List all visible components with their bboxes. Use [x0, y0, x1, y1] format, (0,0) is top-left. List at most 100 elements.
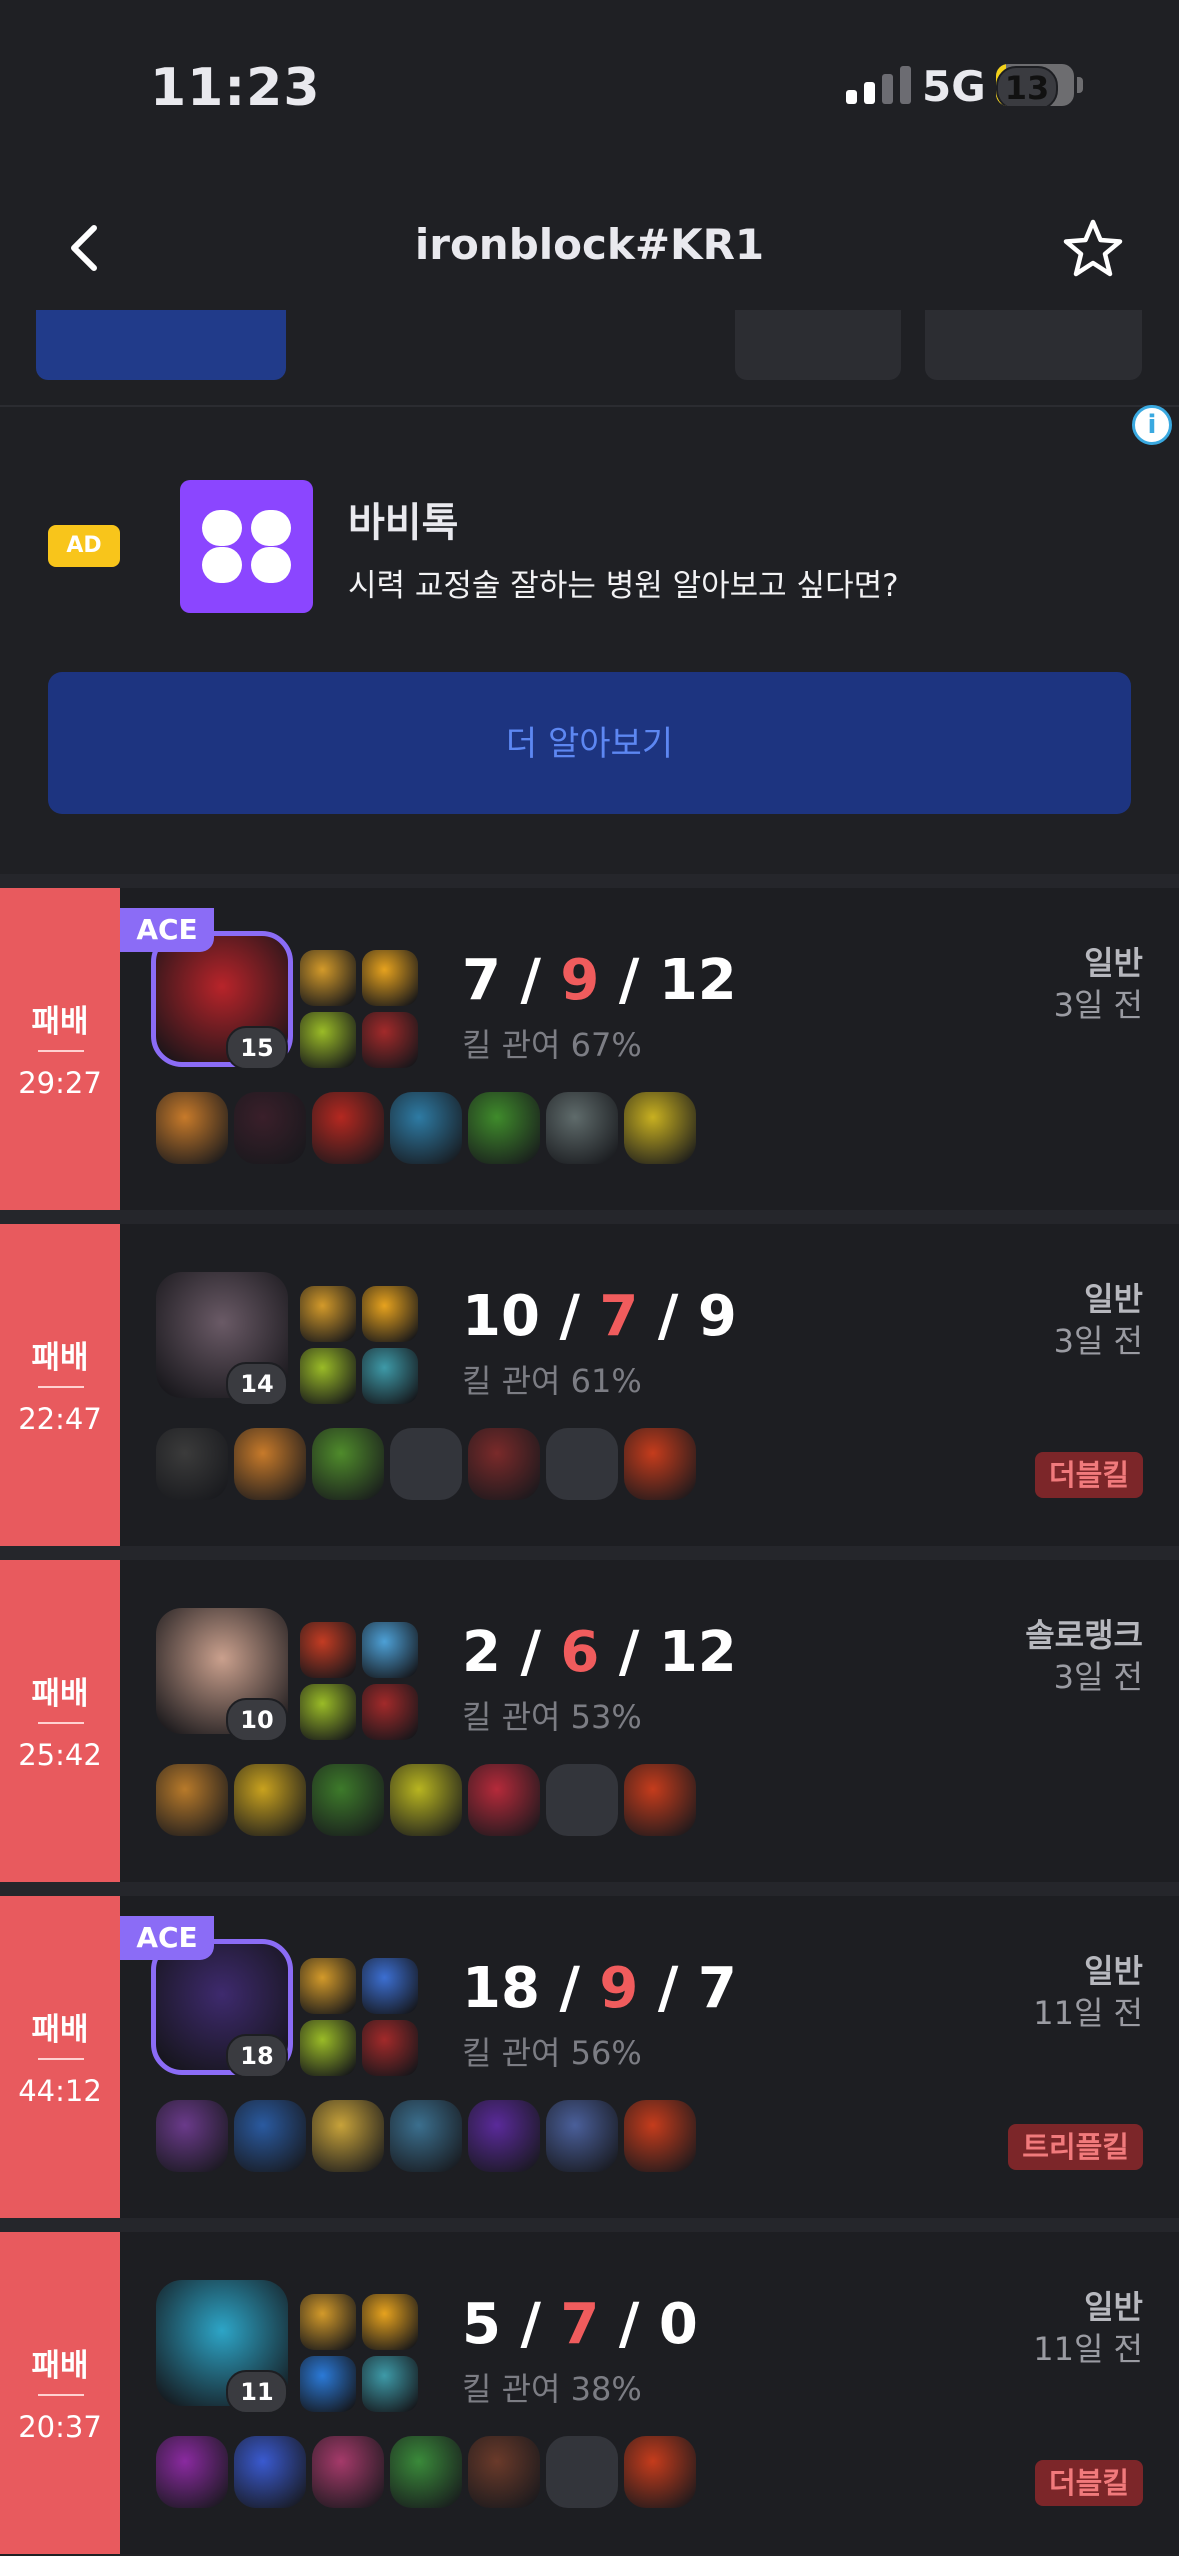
item-icon[interactable] — [234, 1764, 306, 1836]
champion-level: 10 — [226, 1698, 288, 1742]
item-icon[interactable] — [624, 1428, 696, 1500]
item-icon[interactable] — [156, 2100, 228, 2172]
favorite-star-icon[interactable] — [1062, 218, 1124, 280]
multikill-badge: 더블킬 — [1034, 2460, 1143, 2506]
summoner-spell-icon[interactable] — [362, 1958, 418, 2014]
item-icon[interactable] — [156, 1092, 228, 1164]
filter-chip-primary[interactable] — [36, 310, 286, 380]
summoner-spell-icon[interactable] — [300, 1286, 356, 1342]
item-icon[interactable] — [390, 2100, 462, 2172]
item-icon[interactable] — [156, 1764, 228, 1836]
result-divider — [38, 1386, 84, 1388]
item-icon[interactable] — [312, 2100, 384, 2172]
cellular-signal-icon — [846, 64, 911, 104]
kill-participation: 킬 관여 67% — [462, 1026, 642, 1064]
match-row[interactable]: 패배 20:37 11 5 / 7 / 0 킬 관여 38% 일반 11일 전 더블킬 — [0, 2232, 1179, 2554]
kda-separator: / — [520, 948, 541, 1013]
kda-score: 2 / 6 / 12 — [462, 1620, 737, 1685]
match-row[interactable]: 패배 29:27 15 ACE 7 / 9 / 12 킬 관여 67% 일반 3일 전 — [0, 888, 1179, 1210]
item-icon[interactable] — [312, 1092, 384, 1164]
kills: 2 — [462, 1620, 501, 1685]
summoner-spell-icon[interactable] — [300, 2294, 356, 2350]
rune-icon[interactable] — [362, 2020, 418, 2076]
time-ago: 3일 전 — [1053, 1658, 1143, 1696]
result-divider — [38, 1050, 84, 1052]
game-type: 일반 — [1084, 944, 1143, 982]
assists: 0 — [658, 2292, 698, 2357]
item-icon[interactable] — [390, 1092, 462, 1164]
kda-separator: / — [618, 1620, 640, 1685]
item-icon[interactable] — [546, 1092, 618, 1164]
item-icon[interactable] — [312, 1764, 384, 1836]
kda-separator: / — [618, 2292, 640, 2357]
kda-score: 7 / 9 / 12 — [462, 948, 737, 1013]
summoner-spell-icon[interactable] — [300, 1958, 356, 2014]
item-icon[interactable] — [156, 2436, 228, 2508]
item-icon[interactable] — [234, 2436, 306, 2508]
rune-icon[interactable] — [362, 1348, 418, 1404]
rune-icon[interactable] — [300, 2020, 356, 2076]
ace-badge: ACE — [120, 1916, 214, 1960]
assists: 12 — [658, 948, 737, 1013]
summoner-spell-icon[interactable] — [362, 1286, 418, 1342]
summoner-spell-icon[interactable] — [362, 2294, 418, 2350]
item-icon[interactable] — [234, 2100, 306, 2172]
match-result: 패배 — [31, 2012, 89, 2048]
item-icon[interactable] — [390, 1764, 462, 1836]
item-icon[interactable] — [624, 2436, 696, 2508]
kills: 5 — [462, 2292, 501, 2357]
rune-icon[interactable] — [300, 1348, 356, 1404]
item-icon[interactable] — [468, 2436, 540, 2508]
item-icon[interactable] — [234, 1092, 306, 1164]
match-separator — [0, 1546, 1179, 1560]
item-row — [156, 2100, 696, 2172]
game-type: 일반 — [1084, 2288, 1143, 2326]
rune-icon[interactable] — [362, 2356, 418, 2412]
item-icon[interactable] — [468, 1764, 540, 1836]
filter-dropdown-1[interactable] — [735, 310, 901, 380]
item-icon[interactable] — [156, 1428, 228, 1500]
rune-icon[interactable] — [300, 2356, 356, 2412]
rune-icon[interactable] — [362, 1012, 418, 1068]
item-icon[interactable] — [624, 2100, 696, 2172]
summoner-spell-icon[interactable] — [300, 950, 356, 1006]
rune-icon[interactable] — [362, 1684, 418, 1740]
item-icon[interactable] — [546, 2100, 618, 2172]
ad-learn-more-button[interactable]: 더 알아보기 — [48, 672, 1131, 814]
item-icon[interactable] — [468, 1092, 540, 1164]
item-icon[interactable] — [312, 2436, 384, 2508]
item-icon[interactable] — [624, 1092, 696, 1164]
result-divider — [38, 2058, 84, 2060]
match-row[interactable]: 패배 25:42 10 2 / 6 / 12 킬 관여 53% 솔로랭크 3일 전 — [0, 1560, 1179, 1882]
kill-participation: 킬 관여 56% — [462, 2034, 642, 2072]
ad-badge: AD — [48, 525, 120, 567]
match-row[interactable]: 패배 44:12 18 ACE 18 / 9 / 7 킬 관여 56% 일반 11일 전 트리플… — [0, 1896, 1179, 2218]
ad-info-icon[interactable]: i — [1132, 405, 1172, 445]
ace-badge: ACE — [120, 908, 214, 952]
item-icon[interactable] — [468, 2100, 540, 2172]
filter-dropdown-2[interactable] — [925, 310, 1142, 380]
game-type: 솔로랭크 — [1025, 1616, 1143, 1654]
item-icon[interactable] — [468, 1428, 540, 1500]
kill-participation: 킬 관여 61% — [462, 1362, 642, 1400]
champion-level: 18 — [226, 2034, 288, 2078]
match-result-panel: 패배 20:37 — [0, 2232, 120, 2554]
item-icon[interactable] — [390, 2436, 462, 2508]
rune-icon[interactable] — [300, 1012, 356, 1068]
deaths: 9 — [560, 948, 600, 1013]
champion-level: 14 — [226, 1362, 288, 1406]
summoner-spell-icon[interactable] — [362, 950, 418, 1006]
item-icon[interactable] — [312, 1428, 384, 1500]
summoner-spell-icon[interactable] — [362, 1622, 418, 1678]
item-icon[interactable] — [234, 1428, 306, 1500]
summoner-spell-icon[interactable] — [300, 1622, 356, 1678]
result-divider — [38, 1722, 84, 1724]
match-row[interactable]: 패배 22:47 14 10 / 7 / 9 킬 관여 61% 일반 3일 전 더블킬 — [0, 1224, 1179, 1546]
ad-logo[interactable] — [180, 480, 313, 613]
match-result: 패배 — [31, 1676, 89, 1712]
item-icon[interactable] — [624, 1764, 696, 1836]
battery-icon: 13 — [996, 64, 1074, 106]
rune-icon[interactable] — [300, 1684, 356, 1740]
match-duration: 29:27 — [18, 1066, 102, 1100]
match-duration: 22:47 — [18, 1402, 102, 1436]
